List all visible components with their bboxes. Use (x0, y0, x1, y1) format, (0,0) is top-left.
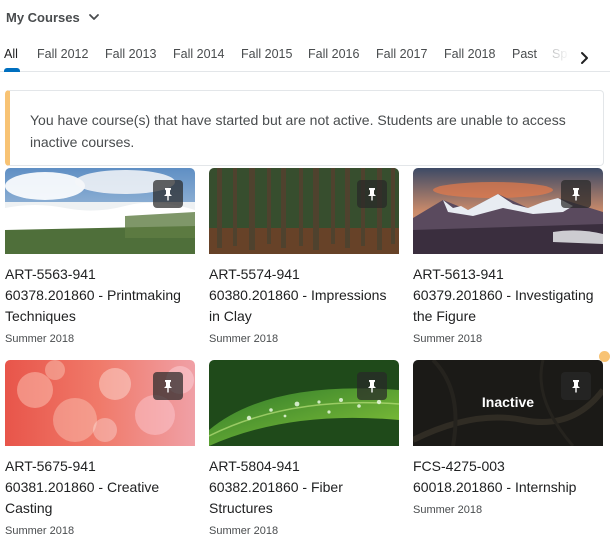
course-name[interactable]: 60382.201860 - Fiber Structures (209, 477, 401, 519)
my-courses-header[interactable]: My Courses (6, 8, 100, 26)
course-image-forest[interactable] (209, 168, 399, 254)
course-image-leaf[interactable] (209, 360, 399, 446)
alert-message: You have course(s) that have started but… (30, 112, 566, 150)
course-image-bokeh[interactable] (5, 360, 195, 446)
pin-icon (368, 380, 376, 393)
course-code[interactable]: ART-5675-941 (5, 456, 195, 477)
inactive-courses-alert: You have course(s) that have started but… (5, 90, 604, 166)
tab-past[interactable]: Past (512, 47, 537, 61)
notification-dot (599, 351, 610, 362)
pin-course-button[interactable] (561, 180, 591, 208)
pin-course-button[interactable] (357, 180, 387, 208)
page-title: My Courses (6, 9, 80, 25)
course-card-art-5574[interactable]: ART-5574-941 60380.201860 - Impressions … (209, 168, 399, 345)
chevron-down-icon[interactable] (88, 11, 100, 23)
tab-fall-2016[interactable]: Fall 2016 (308, 47, 359, 61)
course-term: Summer 2018 (5, 525, 75, 537)
course-name[interactable]: 60380.201860 - Impressions in Clay (209, 285, 401, 327)
pin-icon (572, 380, 580, 393)
tab-fall-2018[interactable]: Fall 2018 (444, 47, 495, 61)
course-code[interactable]: FCS-4275-003 (413, 456, 603, 477)
course-term: Summer 2018 (413, 504, 483, 516)
pin-icon (164, 188, 172, 201)
course-code[interactable]: ART-5804-941 (209, 456, 399, 477)
course-term: Summer 2018 (209, 333, 279, 345)
tab-fall-2012[interactable]: Fall 2012 (37, 47, 88, 61)
pin-icon (572, 188, 580, 201)
course-term: Summer 2018 (413, 333, 483, 345)
tab-fall-2013[interactable]: Fall 2013 (105, 47, 156, 61)
course-card-art-5563[interactable]: ART-5563-941 60378.201860 - Printmaking … (5, 168, 195, 345)
course-code[interactable]: ART-5563-941 (5, 264, 195, 285)
pin-course-button[interactable] (153, 372, 183, 400)
tab-fall-2015[interactable]: Fall 2015 (241, 47, 292, 61)
active-tab-indicator (4, 68, 20, 72)
semester-tabs: All Fall 2012 Fall 2013 Fall 2014 Fall 2… (0, 42, 610, 72)
chevron-right-icon[interactable] (576, 50, 592, 66)
pin-icon (164, 380, 172, 393)
course-code[interactable]: ART-5574-941 (209, 264, 399, 285)
course-name[interactable]: 60379.201860 - Investigating the Figure (413, 285, 605, 327)
course-name[interactable]: 60018.201860 - Internship (413, 477, 605, 498)
course-term: Summer 2018 (209, 525, 279, 537)
course-card-art-5613[interactable]: ART-5613-941 60379.201860 - Investigatin… (413, 168, 603, 345)
tab-fall-2017[interactable]: Fall 2017 (376, 47, 427, 61)
pin-course-button[interactable] (153, 180, 183, 208)
pin-course-button[interactable] (357, 372, 387, 400)
course-code[interactable]: ART-5613-941 (413, 264, 603, 285)
course-card-fcs-4275[interactable]: Inactive FCS-4275-003 60018.201860 - Int… (413, 360, 603, 516)
tab-overflow-fade (540, 42, 570, 70)
course-image-mountains[interactable] (413, 168, 603, 254)
course-image-dark-branches[interactable]: Inactive (413, 360, 603, 446)
course-name[interactable]: 60381.201860 - Creative Casting (5, 477, 197, 519)
course-card-art-5804[interactable]: ART-5804-941 60382.201860 - Fiber Struct… (209, 360, 399, 537)
course-term: Summer 2018 (5, 333, 75, 345)
course-card-art-5675[interactable]: ART-5675-941 60381.201860 - Creative Cas… (5, 360, 195, 537)
course-image-waterfall[interactable] (5, 168, 195, 254)
pin-course-button[interactable] (561, 372, 591, 400)
tab-all[interactable]: All (4, 47, 18, 61)
course-name[interactable]: 60378.201860 - Printmaking Techniques (5, 285, 197, 327)
tab-fall-2014[interactable]: Fall 2014 (173, 47, 224, 61)
pin-icon (368, 188, 376, 201)
